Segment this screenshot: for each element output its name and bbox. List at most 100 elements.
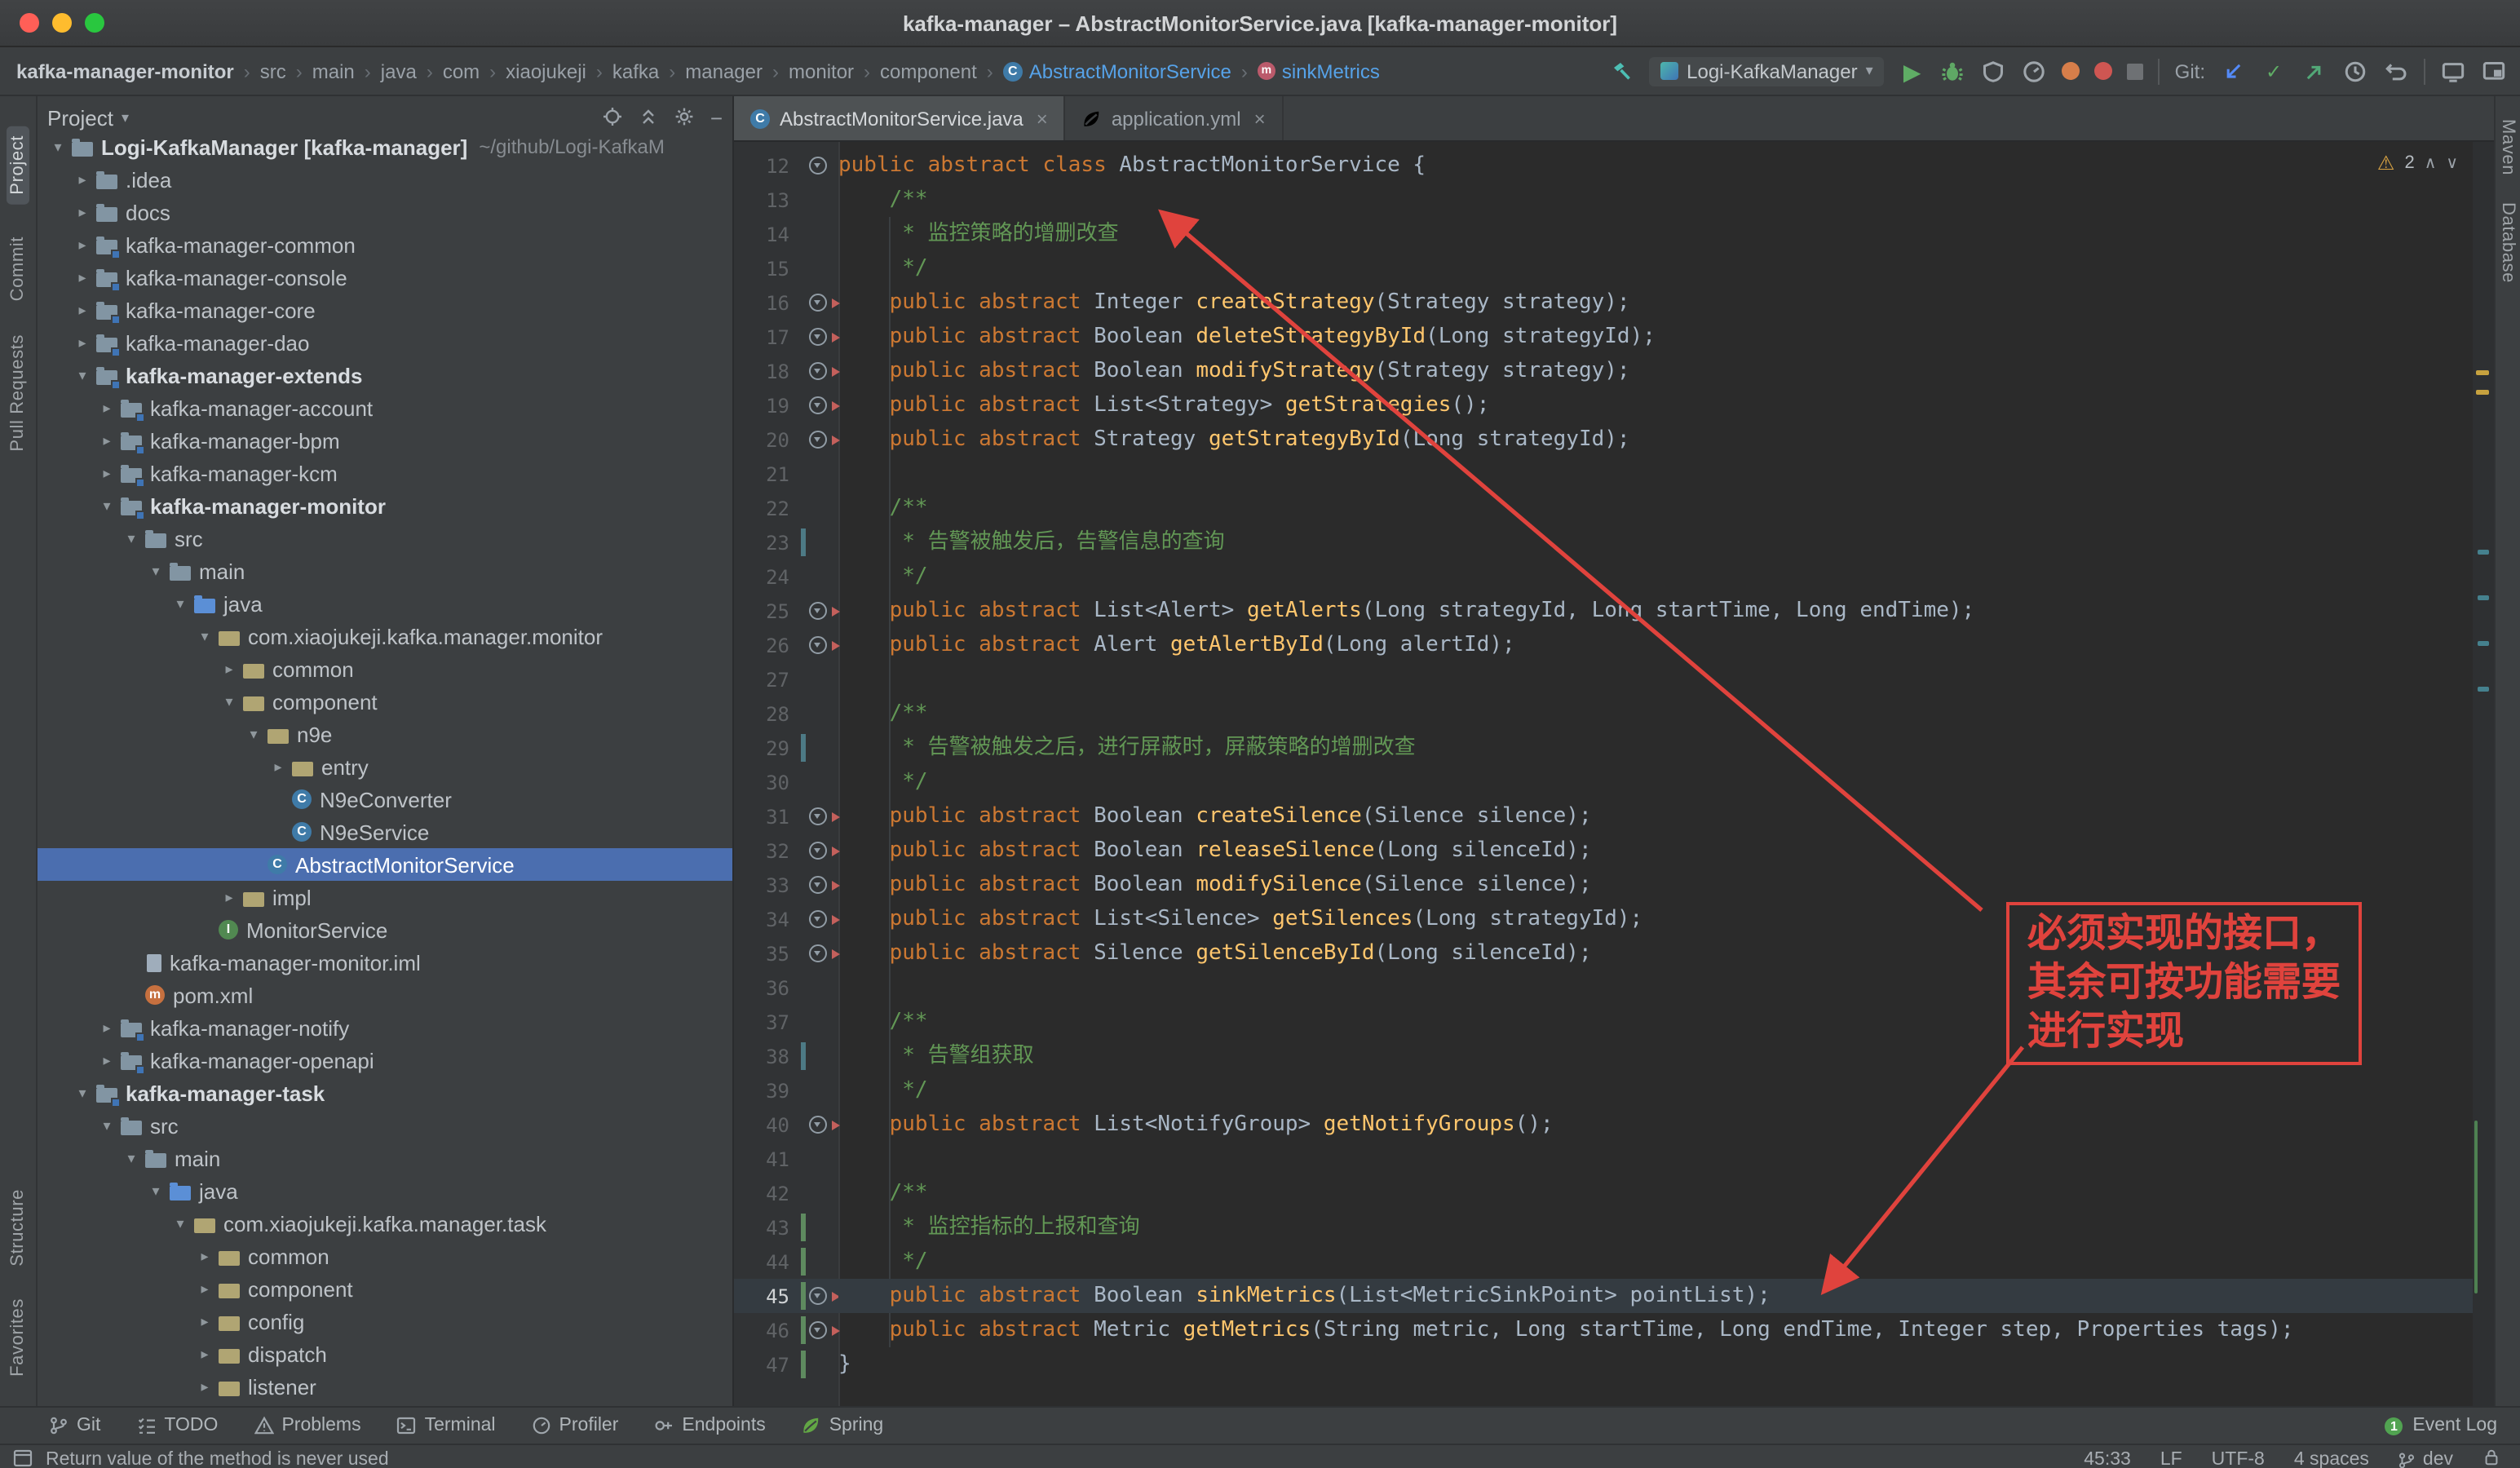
- toolwindow-button-git[interactable]: Git: [49, 1416, 100, 1435]
- tree-toggle-icon[interactable]: ▾: [145, 562, 166, 580]
- change-stripe-mark[interactable]: [2478, 595, 2489, 600]
- code-line[interactable]: * 监控策略的增删改查: [838, 217, 2473, 251]
- close-window-button[interactable]: [20, 13, 39, 33]
- code-line[interactable]: [838, 457, 2473, 491]
- code-line[interactable]: public abstract Boolean createSilence(Si…: [838, 799, 2473, 833]
- tree-item[interactable]: ▾main: [38, 555, 732, 587]
- code-line[interactable]: * 监控指标的上报和查询: [838, 1210, 2473, 1245]
- tree-item[interactable]: ▾com.xiaojukeji.kafka.manager.task: [38, 1207, 732, 1240]
- code-line[interactable]: }: [838, 1347, 2473, 1382]
- code-line[interactable]: */: [838, 1245, 2473, 1279]
- tree-toggle-icon[interactable]: ▸: [72, 301, 93, 319]
- tree-item[interactable]: ▾kafka-manager-task: [38, 1077, 732, 1109]
- tree-toggle-icon[interactable]: ▾: [72, 1084, 93, 1102]
- tree-item[interactable]: ▸config: [38, 1305, 732, 1338]
- tree-toggle-icon[interactable]: ▸: [96, 399, 117, 417]
- implemented-marker-icon[interactable]: [809, 362, 827, 380]
- code-line[interactable]: public abstract Strategy getStrategyById…: [838, 422, 2473, 457]
- tree-item[interactable]: ▸docs: [38, 196, 732, 228]
- code-line[interactable]: [838, 662, 2473, 696]
- breadcrumb-class-item[interactable]: CAbstractMonitorService: [1003, 60, 1231, 82]
- presentation-mode-icon[interactable]: [2481, 58, 2507, 84]
- code-line[interactable]: */: [838, 765, 2473, 799]
- stop-button[interactable]: [2128, 63, 2144, 79]
- breadcrumb-item[interactable]: xiaojukeji: [506, 60, 586, 82]
- implemented-marker-icon[interactable]: [809, 328, 827, 346]
- tree-item[interactable]: ▸listener: [38, 1370, 732, 1403]
- sidebar-item-maven[interactable]: Maven: [2498, 119, 2518, 175]
- locate-file-icon[interactable]: [603, 105, 624, 131]
- tree-toggle-icon[interactable]: ▾: [47, 138, 69, 156]
- code-line[interactable]: public abstract Boolean modifySilence(Si…: [838, 868, 2473, 902]
- git-commit-button[interactable]: ✓: [2261, 58, 2287, 84]
- inspection-widget[interactable]: ⚠ 2 ∧ ∨: [2377, 152, 2458, 175]
- tree-item[interactable]: CN9eConverter: [38, 783, 732, 816]
- tree-toggle-icon[interactable]: ▾: [243, 725, 264, 743]
- code-line[interactable]: public abstract Boolean releaseSilence(L…: [838, 833, 2473, 868]
- collapse-all-icon[interactable]: [639, 105, 660, 131]
- debug-button[interactable]: [1940, 58, 1966, 84]
- tree-item[interactable]: ▾component: [38, 685, 732, 718]
- prev-issue-icon[interactable]: ∧: [2425, 154, 2437, 172]
- breadcrumb-item[interactable]: kafka: [612, 60, 659, 82]
- tree-item[interactable]: ▾src: [38, 522, 732, 555]
- line-ending[interactable]: LF: [2160, 1450, 2182, 1468]
- tree-toggle-icon[interactable]: ▸: [219, 888, 240, 906]
- tree-item[interactable]: ▸kafka-manager-console: [38, 261, 732, 294]
- tree-toggle-icon[interactable]: ▾: [72, 366, 93, 384]
- sidebar-item-database[interactable]: Database: [2498, 201, 2518, 282]
- file-encoding[interactable]: UTF-8: [2212, 1450, 2265, 1468]
- implemented-marker-icon[interactable]: [809, 396, 827, 414]
- tree-item[interactable]: ▸kafka-manager-core: [38, 294, 732, 326]
- code-line[interactable]: */: [838, 1073, 2473, 1108]
- tree-item[interactable]: ▸common: [38, 652, 732, 685]
- rollback-button[interactable]: [2383, 58, 2409, 84]
- run-button[interactable]: ▶: [1899, 58, 1925, 84]
- tree-toggle-icon[interactable]: ▾: [121, 529, 142, 547]
- git-update-button[interactable]: [2220, 58, 2246, 84]
- implemented-marker-icon[interactable]: [809, 1321, 827, 1339]
- tree-item[interactable]: ▾kafka-manager-extends: [38, 359, 732, 391]
- implemented-marker-icon[interactable]: [809, 1116, 827, 1134]
- toolwindow-button-problems[interactable]: Problems: [254, 1416, 360, 1435]
- indent-setting[interactable]: 4 spaces: [2294, 1450, 2369, 1468]
- build-hammer-icon[interactable]: [1608, 58, 1634, 84]
- implemented-marker-icon[interactable]: [809, 876, 827, 894]
- tree-item[interactable]: ▸impl: [38, 881, 732, 913]
- change-stripe-mark[interactable]: [2478, 641, 2489, 646]
- implemented-marker-icon[interactable]: [809, 842, 827, 860]
- minimize-window-button[interactable]: [52, 13, 72, 33]
- code-line[interactable]: /**: [838, 696, 2473, 731]
- tree-item[interactable]: ▸dispatch: [38, 1338, 732, 1370]
- tree-toggle-icon[interactable]: ▸: [194, 1247, 215, 1265]
- toolwindow-button-todo[interactable]: TODO: [136, 1416, 218, 1435]
- breadcrumb-item[interactable]: monitor: [789, 60, 854, 82]
- tree-toggle-icon[interactable]: ▾: [170, 1214, 191, 1232]
- toolwindow-button-endpoints[interactable]: Endpoints: [654, 1416, 765, 1435]
- toolwindow-button-spring[interactable]: Spring: [802, 1416, 884, 1435]
- chevron-down-icon[interactable]: ▾: [122, 109, 129, 127]
- warning-stripe-mark[interactable]: [2476, 390, 2489, 395]
- code-area[interactable]: public abstract class AbstractMonitorSer…: [838, 142, 2473, 1406]
- editor-scrollbar[interactable]: [2473, 142, 2494, 1406]
- code-line[interactable]: */: [838, 559, 2473, 594]
- tree-toggle-icon[interactable]: ▾: [219, 692, 240, 710]
- run-configuration-select[interactable]: Logi-KafkaManager ▾: [1649, 56, 1885, 86]
- tree-toggle-icon[interactable]: ▸: [194, 1280, 215, 1298]
- tree-item[interactable]: ▾kafka-manager-monitor: [38, 489, 732, 522]
- toolwindow-button-profiler[interactable]: Profiler: [532, 1416, 619, 1435]
- tree-item[interactable]: ▾java: [38, 587, 732, 620]
- project-panel-title[interactable]: Project: [47, 106, 113, 130]
- tree-item[interactable]: ▸kafka-manager-kcm: [38, 457, 732, 489]
- next-issue-icon[interactable]: ∨: [2446, 154, 2458, 172]
- code-line[interactable]: public abstract List<NotifyGroup> getNot…: [838, 1108, 2473, 1142]
- tree-toggle-icon[interactable]: ▸: [72, 334, 93, 352]
- code-line[interactable]: public abstract Boolean modifyStrategy(S…: [838, 354, 2473, 388]
- tree-toggle-icon[interactable]: ▸: [96, 1051, 117, 1069]
- event-log-button[interactable]: 1 Event Log: [2385, 1416, 2497, 1435]
- code-line[interactable]: */: [838, 251, 2473, 285]
- tree-toggle-icon[interactable]: ▸: [96, 464, 117, 482]
- tree-item[interactable]: ▸kafka-manager-dao: [38, 326, 732, 359]
- toolwindow-toggle-icon[interactable]: [13, 1448, 46, 1468]
- breadcrumb-item[interactable]: kafka-manager-monitor: [16, 60, 234, 82]
